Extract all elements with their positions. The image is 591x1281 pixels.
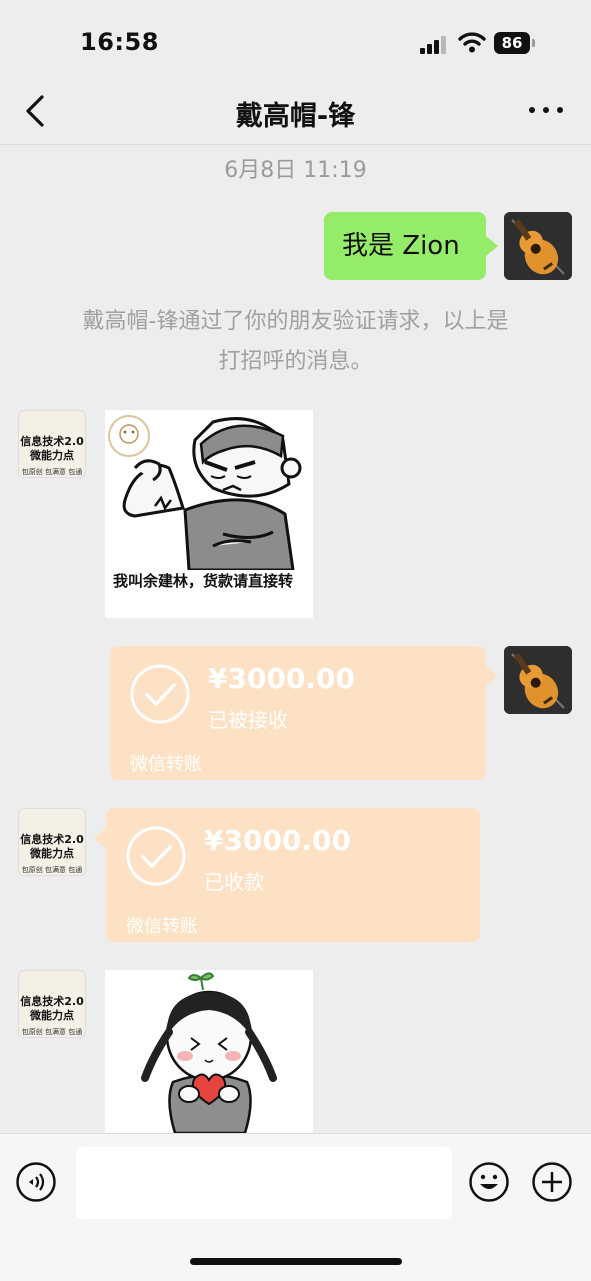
sticker-caption: 我叫余建林，货款请直接转	[113, 572, 294, 590]
avatar-text-bottom: 包原创 包满意 包通过	[21, 468, 83, 476]
status-bar: 16:58 86	[0, 0, 591, 80]
avatar-text-bottom: 包原创 包满意 包通过	[21, 866, 83, 874]
transfer-label: 微信转账	[130, 754, 202, 775]
home-indicator	[190, 1258, 402, 1265]
contact-avatar[interactable]: 信息技术2.0 微能力点 包原创 包满意 包通过	[18, 970, 86, 1038]
signal-icon	[420, 34, 448, 54]
transfer-card-sent[interactable]: ¥3000.00 已被接收 微信转账	[110, 646, 486, 780]
transfer-status: 已被接收	[208, 708, 288, 732]
sticker-message[interactable]: 我叫余建林，货款请直接转	[105, 410, 313, 618]
avatar-text-line2: 微能力点	[30, 847, 74, 860]
bubble-tail	[486, 666, 498, 686]
system-message: 戴高帽-锋通过了你的朋友验证请求，以上是 打招呼的消息。	[40, 302, 551, 382]
contact-avatar[interactable]: 信息技术2.0 微能力点 包原创 包满意 包通过	[18, 410, 86, 478]
transfer-card-received[interactable]: ¥3000.00 已收款 微信转账	[106, 808, 480, 942]
transfer-amount: ¥3000.00	[208, 662, 356, 695]
message-input[interactable]	[76, 1147, 452, 1219]
avatar-text-line2: 微能力点	[30, 449, 74, 462]
wifi-icon	[458, 32, 486, 53]
guitar-avatar-image	[504, 212, 572, 280]
message-timestamp: 6月8日 11:19	[224, 158, 367, 183]
emoji-icon[interactable]	[469, 1162, 509, 1202]
my-avatar[interactable]	[504, 212, 572, 280]
angry-boy-sticker-image	[108, 415, 302, 572]
transfer-status: 已收款	[204, 870, 264, 894]
my-message-bubble[interactable]: 我是 Zion	[324, 212, 498, 280]
transfer-label: 微信转账	[126, 916, 198, 937]
my-avatar[interactable]	[504, 646, 572, 714]
guitar-avatar-image	[504, 646, 572, 714]
check-icon	[130, 664, 190, 724]
system-message-line2: 打招呼的消息。	[218, 349, 373, 374]
avatar-text-bottom: 包原创 包满意 包通过	[21, 1028, 83, 1036]
chat-header: 戴高帽-锋	[0, 80, 591, 145]
contact-avatar[interactable]: 信息技术2.0 微能力点 包原创 包满意 包通过	[18, 808, 86, 876]
transfer-amount: ¥3000.00	[204, 824, 352, 857]
battery-tip	[532, 39, 535, 47]
status-time: 16:58	[80, 28, 159, 56]
chat-title: 戴高帽-锋	[235, 101, 356, 132]
avatar-text-line2: 微能力点	[30, 1009, 74, 1022]
check-icon	[126, 826, 186, 886]
system-message-line1: 戴高帽-锋通过了你的朋友验证请求，以上是	[82, 309, 509, 334]
girl-heart-sticker-image	[105, 970, 313, 1133]
battery-icon: 86	[494, 32, 530, 54]
voice-icon[interactable]	[16, 1162, 56, 1202]
bubble-tail	[94, 828, 106, 848]
more-icon[interactable]	[526, 102, 566, 118]
sticker-message[interactable]	[105, 970, 313, 1133]
plus-icon[interactable]	[532, 1162, 572, 1202]
